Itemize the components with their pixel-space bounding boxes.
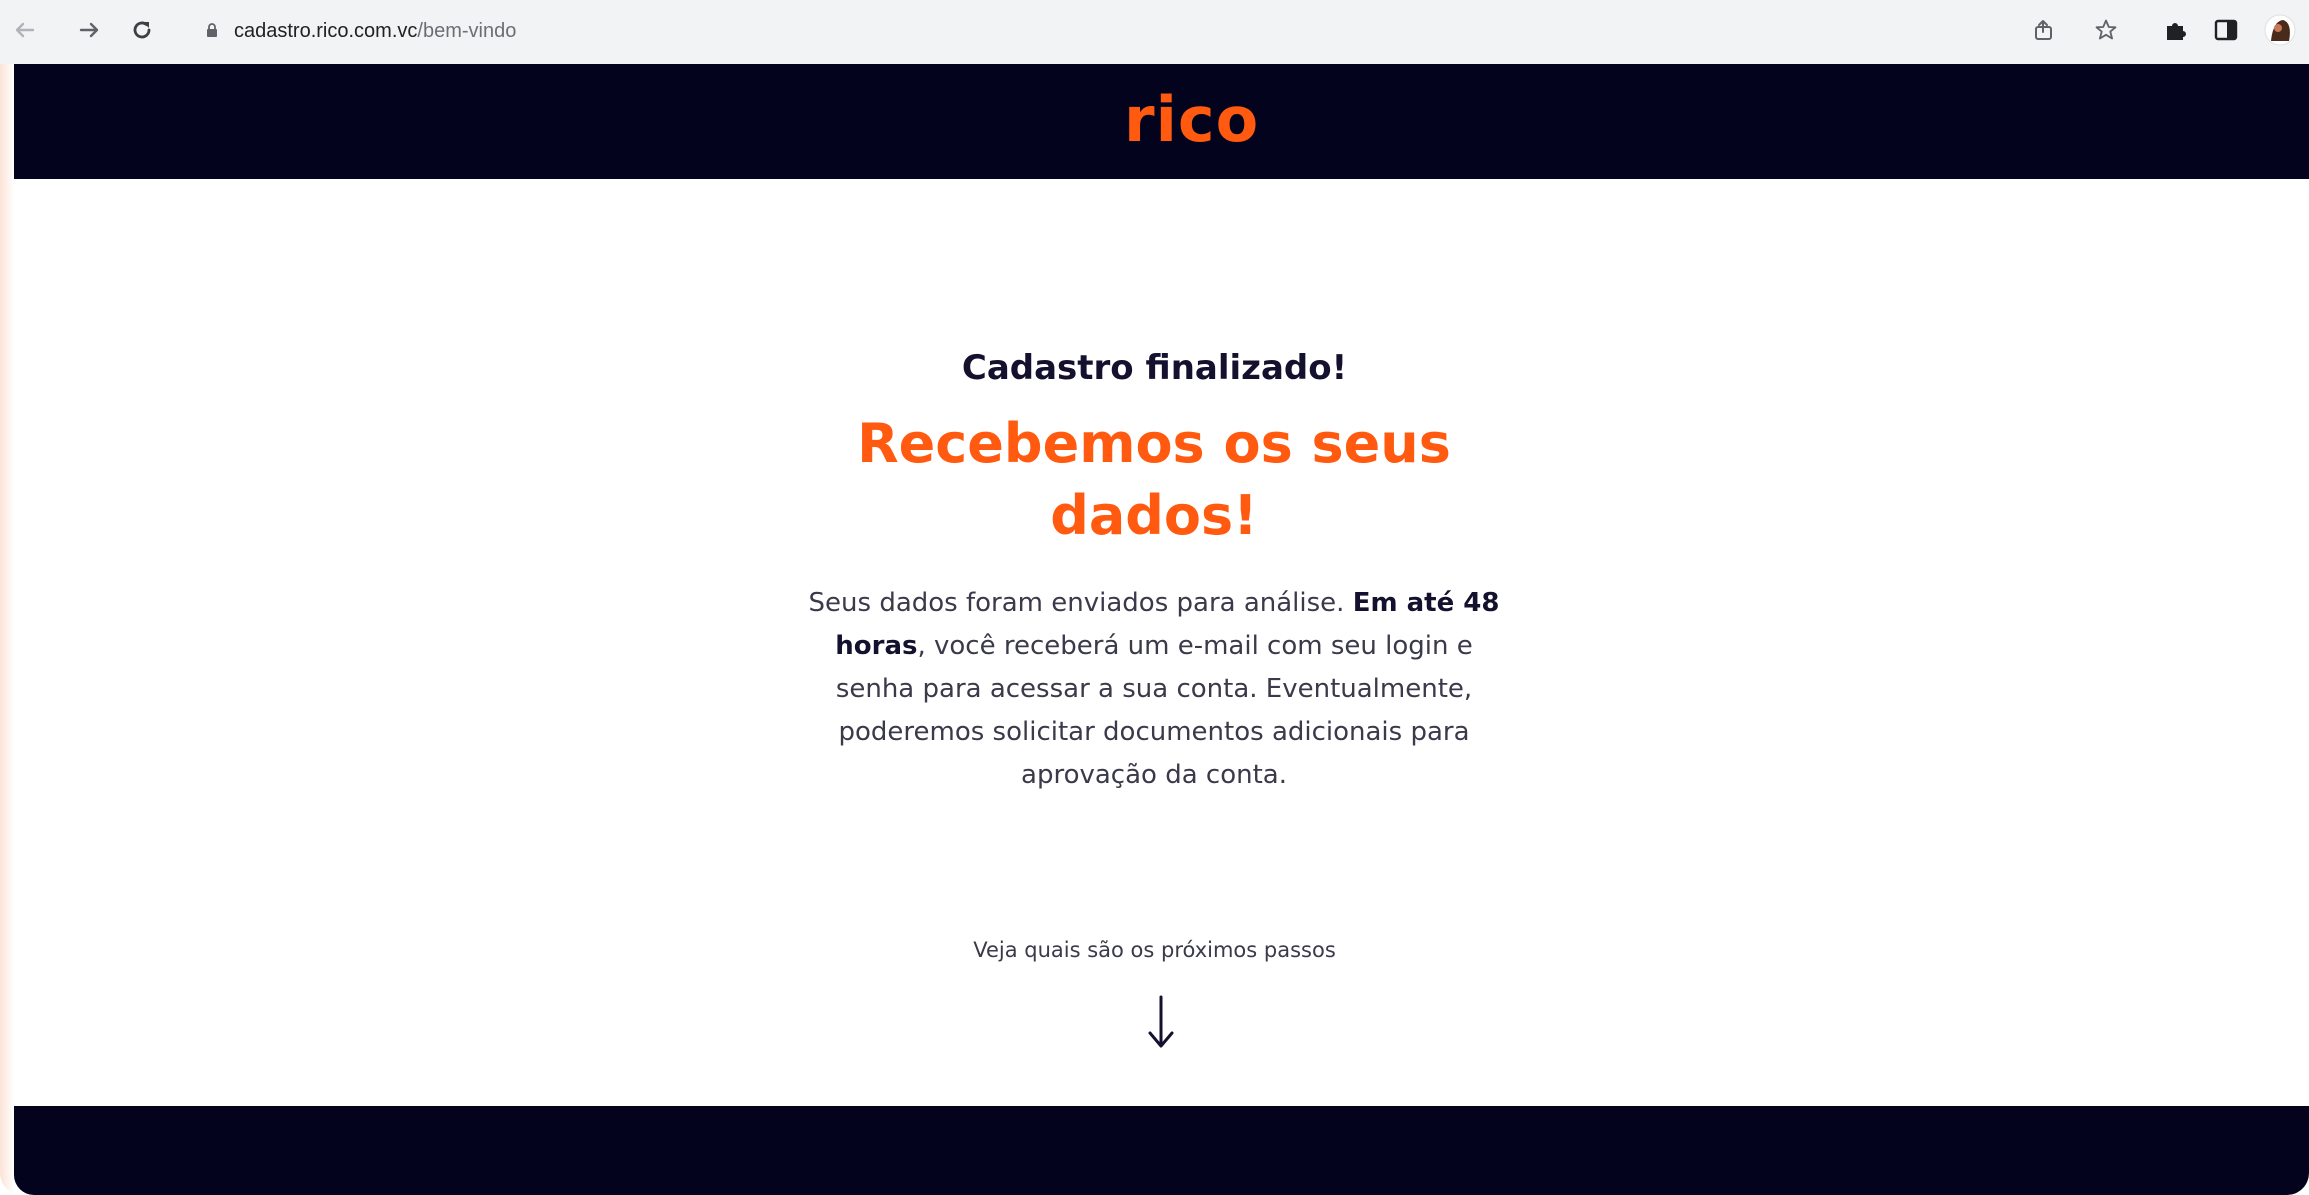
- main-content: Cadastro finalizado! Recebemos os seus d…: [0, 180, 2309, 1106]
- page-headline: Recebemos os seus dados!: [854, 408, 1454, 552]
- puzzle-icon[interactable]: [2158, 12, 2194, 48]
- page: cadastro.rico.com.vc/bem-vindo rico Cada…: [0, 0, 2309, 1195]
- headline-line-1: Recebemos os seus: [857, 412, 1451, 475]
- star-icon[interactable]: [2088, 12, 2124, 48]
- headline-line-2: dados!: [1050, 484, 1258, 547]
- url-path: /bem-vindo: [417, 20, 517, 42]
- browser-toolbar: cadastro.rico.com.vc/bem-vindo: [0, 0, 2309, 64]
- footer-section: [14, 1106, 2309, 1195]
- next-steps-link[interactable]: Veja quais são os próximos passos: [0, 938, 2309, 962]
- url-host: cadastro.rico.com.vc: [234, 20, 418, 42]
- confirmation-message: Seus dados foram enviados para análise. …: [800, 582, 1508, 797]
- rico-logo[interactable]: rico: [1124, 82, 1259, 158]
- profile-avatar-icon[interactable]: [2262, 12, 2298, 48]
- site-header: rico: [14, 64, 2309, 179]
- message-part-1: Seus dados foram enviados para análise.: [808, 588, 1353, 618]
- address-bar[interactable]: cadastro.rico.com.vc/bem-vindo: [178, 8, 1938, 54]
- share-icon[interactable]: [2026, 12, 2062, 48]
- url-text[interactable]: cadastro.rico.com.vc/bem-vindo: [234, 20, 516, 43]
- back-arrow-icon[interactable]: [4, 10, 44, 50]
- message-part-2: , você receberá um e-mail com seu login …: [835, 631, 1473, 790]
- forward-arrow-icon[interactable]: [70, 10, 110, 50]
- registration-complete-label: Cadastro finalizado!: [961, 348, 1348, 388]
- lock-icon[interactable]: [206, 22, 218, 38]
- sidepanel-icon[interactable]: [2208, 12, 2244, 48]
- reload-icon[interactable]: [122, 10, 162, 50]
- arrow-down-icon[interactable]: [1146, 995, 1176, 1051]
